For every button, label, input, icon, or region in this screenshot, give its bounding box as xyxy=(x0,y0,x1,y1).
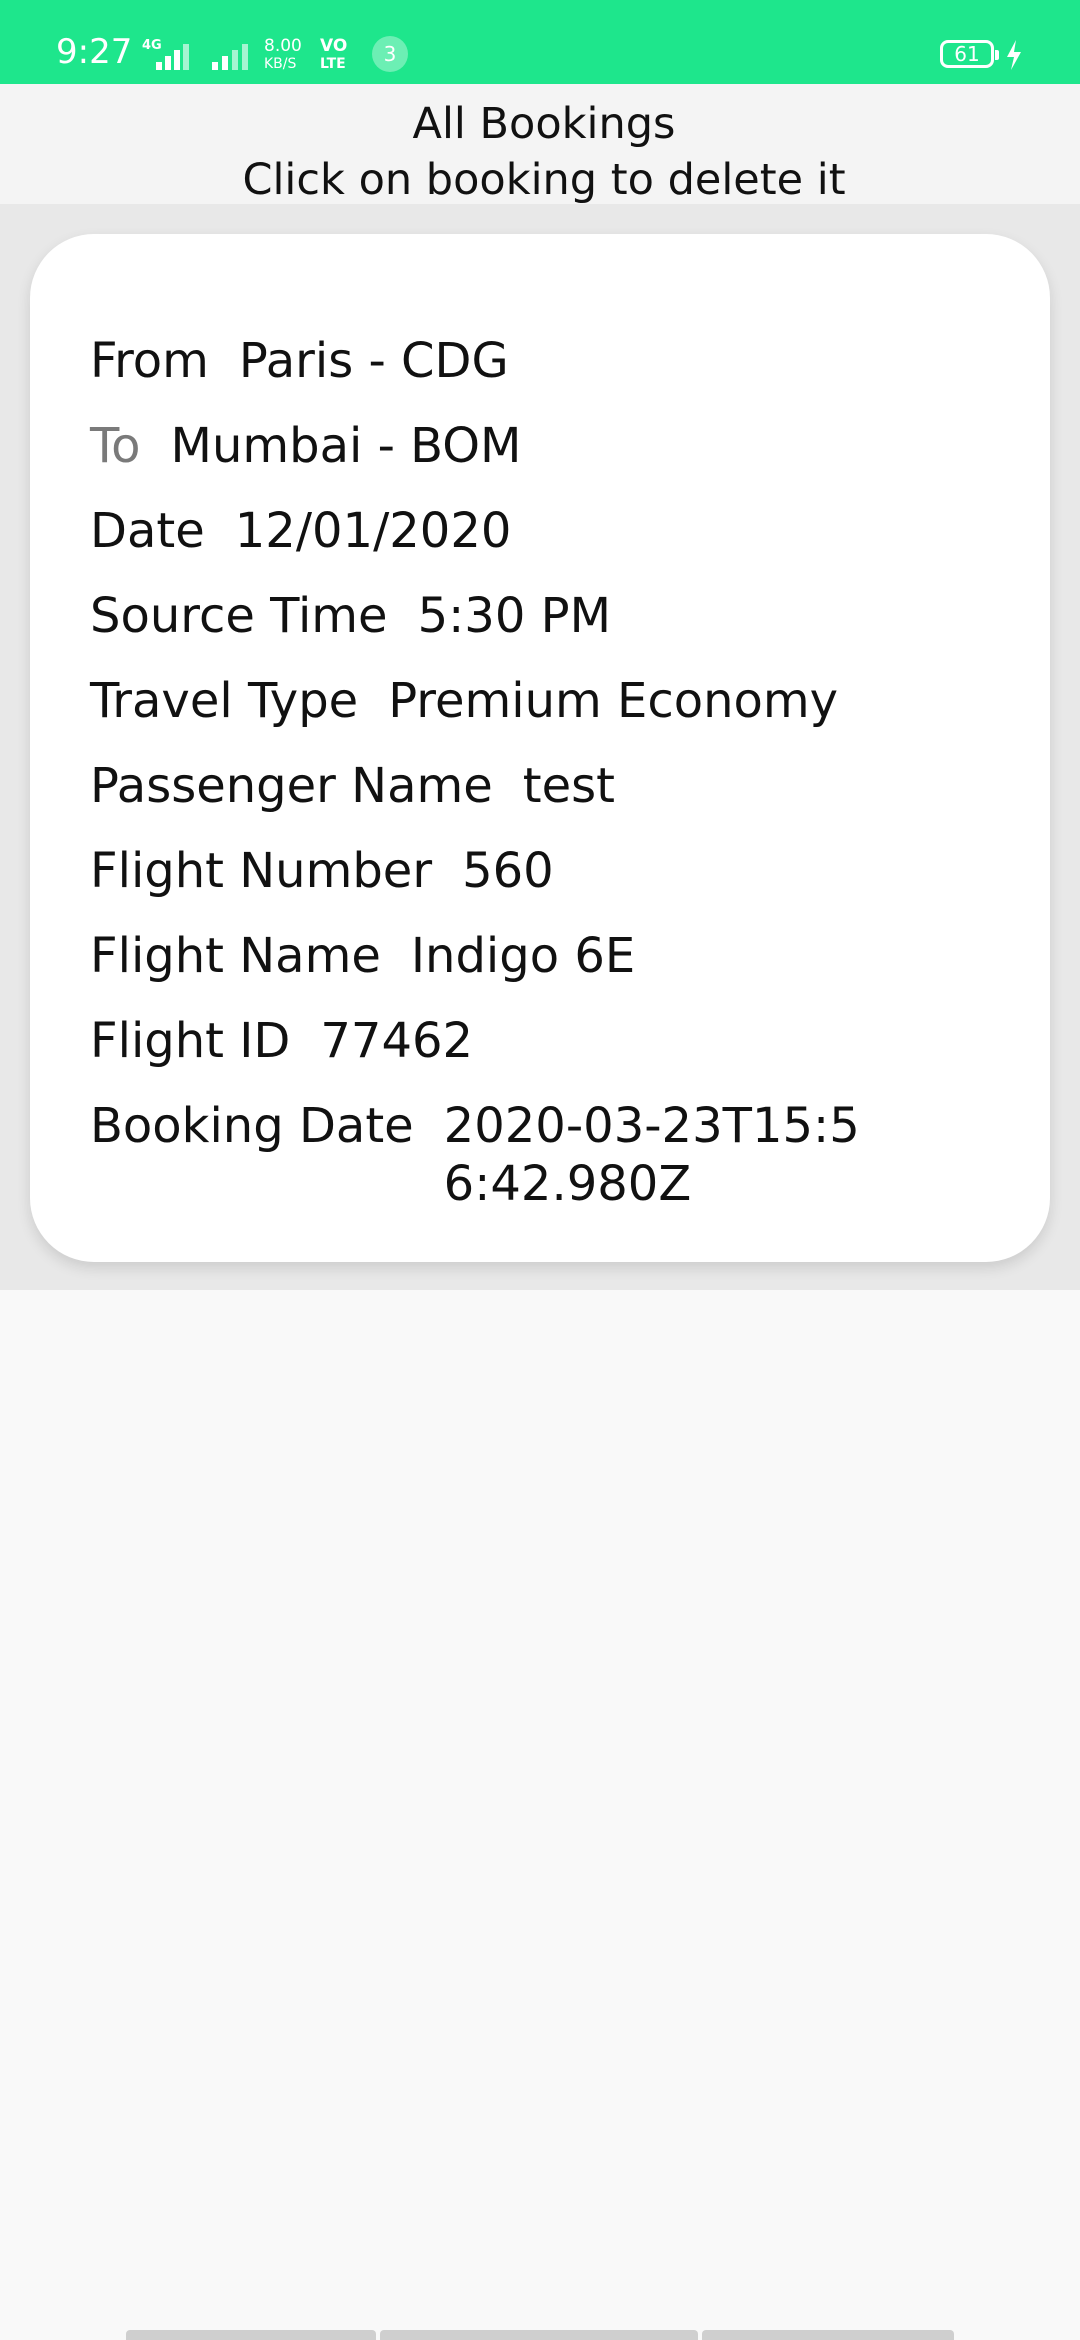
source-time-label: Source Time xyxy=(90,588,388,644)
passenger-name-value: test xyxy=(522,758,615,814)
page-subtitle: Click on booking to delete it xyxy=(242,155,846,205)
nav-hint-right[interactable] xyxy=(702,2330,954,2340)
network-speed-unit: KB/S xyxy=(264,56,297,72)
nav-hint-center[interactable] xyxy=(380,2330,698,2340)
booking-date-row: Booking Date 2020-03-23T15:56:42.980Z xyxy=(90,1097,864,1213)
volte-top-label: VO xyxy=(320,36,348,56)
volte-bottom-label: LTE xyxy=(320,56,346,72)
travel-type-value: Premium Economy xyxy=(388,673,839,729)
flight-id-label: Flight ID xyxy=(90,1013,291,1069)
booking-card[interactable]: From Paris - CDG To Mumbai - BOM Date 12/01… xyxy=(30,234,1050,1262)
from-value: Paris - CDG xyxy=(238,333,509,389)
date-value: 12/01/2020 xyxy=(234,503,512,559)
to-row: To Mumbai - BOM xyxy=(90,417,521,475)
signal-icon-2 xyxy=(212,44,248,70)
flight-number-label: Flight Number xyxy=(90,843,433,899)
travel-type-label: Travel Type xyxy=(90,673,359,729)
bookings-list: From Paris - CDG To Mumbai - BOM Date 12/01… xyxy=(0,204,1080,1290)
booking-date-label: Booking Date xyxy=(90,1098,414,1154)
to-label: To xyxy=(90,418,141,474)
flight-id-value: 77462 xyxy=(320,1013,474,1069)
booking-date-value: 2020-03-23T15:56:42.980Z xyxy=(443,1098,860,1212)
nav-hint-left[interactable] xyxy=(126,2330,376,2340)
flight-number-row: Flight Number 560 xyxy=(90,842,554,900)
passenger-name-row: Passenger Name test xyxy=(90,757,615,815)
source-time-row: Source Time 5:30 PM xyxy=(90,587,611,645)
status-time: 9:27 xyxy=(56,32,133,72)
flight-id-row: Flight ID 77462 xyxy=(90,1012,473,1070)
from-label: From xyxy=(90,333,209,389)
from-row: From Paris - CDG xyxy=(90,332,509,390)
source-time-value: 5:30 PM xyxy=(417,588,611,644)
page-title: All Bookings xyxy=(412,99,676,149)
passenger-name-label: Passenger Name xyxy=(90,758,493,814)
flight-name-label: Flight Name xyxy=(90,928,381,984)
travel-type-row: Travel Type Premium Economy xyxy=(90,672,838,730)
date-label: Date xyxy=(90,503,205,559)
flight-name-value: Indigo 6E xyxy=(410,928,636,984)
date-row: Date 12/01/2020 xyxy=(90,502,511,560)
status-bar: 9:27 4G 8.00 KB/S VO LTE 3 61 xyxy=(0,0,1080,84)
to-value: Mumbai - BOM xyxy=(170,418,522,474)
battery-icon: 61 xyxy=(940,40,999,68)
notification-count-badge: 3 xyxy=(372,36,408,72)
battery-level: 61 xyxy=(954,42,980,66)
flight-name-row: Flight Name Indigo 6E xyxy=(90,927,635,985)
network-speed-value: 8.00 xyxy=(264,36,302,56)
charging-bolt-icon xyxy=(1007,40,1021,70)
signal-icon xyxy=(156,44,189,70)
flight-number-value: 560 xyxy=(462,843,554,899)
page-header: All Bookings Click on booking to delete … xyxy=(0,84,1080,205)
